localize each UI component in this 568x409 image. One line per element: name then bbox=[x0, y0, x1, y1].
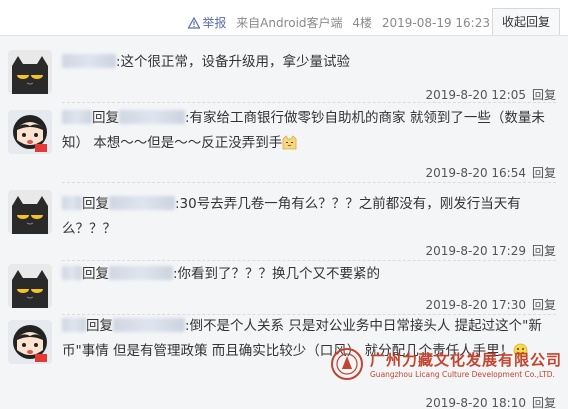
company-logo-icon bbox=[331, 348, 363, 380]
report-label[interactable]: 举报 bbox=[202, 16, 226, 30]
reply-item: 回复 :你看到了？？？换几个又不要紧的 2019-8-20 17:30 回复 bbox=[0, 264, 568, 316]
reply-link[interactable]: 回复 bbox=[532, 298, 556, 312]
reply-item: 回复:有家给工商银行做零钞自助机的商家 就领到了一些（数量未知） 本想～～但是～… bbox=[0, 106, 568, 186]
black-cat-avatar[interactable] bbox=[8, 190, 52, 234]
reply-link[interactable]: 回复 bbox=[532, 244, 556, 258]
divider bbox=[62, 260, 556, 261]
username-blurred[interactable] bbox=[109, 196, 175, 210]
reply-timestamp: 2019-8-20 18:10 bbox=[425, 396, 526, 409]
company-name-cn: 广州力藏文化发展有限公司 bbox=[370, 351, 563, 369]
reply-prefix: 回复 bbox=[86, 318, 113, 334]
reply-link[interactable]: 回复 bbox=[532, 166, 556, 180]
post-meta-bar: 举报 来自Android客户端 4楼 2019-08-19 16:23 收起回复 bbox=[0, 0, 568, 40]
reply-body: :你看到了？？？换几个又不要紧的 bbox=[173, 266, 381, 282]
reply-link[interactable]: 回复 bbox=[532, 396, 556, 409]
reply-text: :这个很正常，设备升级用，拿少量试验 bbox=[62, 50, 550, 75]
post-datetime: 2019-08-19 16:23 bbox=[381, 16, 490, 30]
username-blurred[interactable] bbox=[109, 266, 173, 280]
reply-link[interactable]: 回复 bbox=[532, 88, 556, 102]
reply-item: 回复:30号去弄几卷一角有么？？？之前都没有，刚发行当天有么？？？ 2019-8… bbox=[0, 186, 568, 266]
report-link[interactable]: 举报 bbox=[188, 16, 230, 30]
username-blurred[interactable] bbox=[119, 110, 185, 124]
divider bbox=[62, 182, 556, 183]
username-blurred[interactable] bbox=[62, 266, 82, 280]
username-blurred[interactable] bbox=[62, 318, 86, 332]
reply-body: :这个很正常，设备升级用，拿少量试验 bbox=[116, 54, 351, 70]
floor-label: 4楼 bbox=[352, 16, 373, 30]
reply-prefix: 回复 bbox=[92, 110, 119, 126]
username-blurred[interactable] bbox=[113, 318, 185, 332]
post-meta: 举报 来自Android客户端 4楼 2019-08-19 16:23 bbox=[182, 14, 490, 31]
reply-timestamp: 2019-8-20 17:30 bbox=[425, 298, 526, 312]
reply-timestamp: 2019-8-20 12:05 bbox=[425, 88, 526, 102]
username-blurred[interactable] bbox=[62, 196, 82, 210]
reply-footer: 2019-8-20 17:29 回复 bbox=[425, 242, 556, 259]
reply-panel: :这个很正常，设备升级用，拿少量试验 2019-8-20 12:05 回复 回复:… bbox=[0, 35, 568, 409]
reply-prefix: 回复 bbox=[82, 266, 109, 282]
warning-icon bbox=[188, 17, 201, 29]
cat-face-emoji bbox=[282, 135, 297, 150]
reply-text: 回复 :你看到了？？？换几个又不要紧的 bbox=[62, 262, 550, 287]
source-label: 来自Android客户端 bbox=[236, 16, 343, 30]
chibi-girl-avatar[interactable] bbox=[8, 110, 52, 154]
reply-text: 回复:30号去弄几卷一角有么？？？之前都没有，刚发行当天有么？？？ bbox=[62, 192, 550, 242]
black-cat-avatar[interactable] bbox=[8, 50, 52, 94]
reply-prefix: 回复 bbox=[82, 196, 109, 212]
black-cat-avatar[interactable] bbox=[8, 264, 52, 308]
username-blurred[interactable] bbox=[62, 110, 92, 124]
company-name-en: Guangzhou Licang Culture Development Co.… bbox=[370, 370, 555, 379]
reply-footer: 2019-8-20 16:54 回复 bbox=[425, 164, 556, 181]
reply-footer: 2019-8-20 12:05 回复 bbox=[425, 86, 556, 103]
reply-item: :这个很正常，设备升级用，拿少量试验 2019-8-20 12:05 回复 bbox=[0, 44, 568, 106]
company-watermark: 广州力藏文化发展有限公司 Guangzhou Licang Culture De… bbox=[330, 347, 561, 387]
reply-timestamp: 2019-8-20 17:29 bbox=[425, 244, 526, 258]
divider bbox=[62, 102, 556, 103]
chibi-girl-avatar[interactable] bbox=[8, 320, 52, 364]
reply-footer: 2019-8-20 17:30 回复 bbox=[425, 296, 556, 313]
reply-footer: 2019-8-20 18:10 回复 bbox=[425, 394, 556, 409]
reply-timestamp: 2019-8-20 16:54 bbox=[425, 166, 526, 180]
reply-text: 回复:有家给工商银行做零钞自助机的商家 就领到了一些（数量未知） 本想～～但是～… bbox=[62, 106, 550, 156]
username-blurred[interactable] bbox=[62, 54, 116, 68]
fold-reply-button[interactable]: 收起回复 bbox=[492, 8, 560, 35]
